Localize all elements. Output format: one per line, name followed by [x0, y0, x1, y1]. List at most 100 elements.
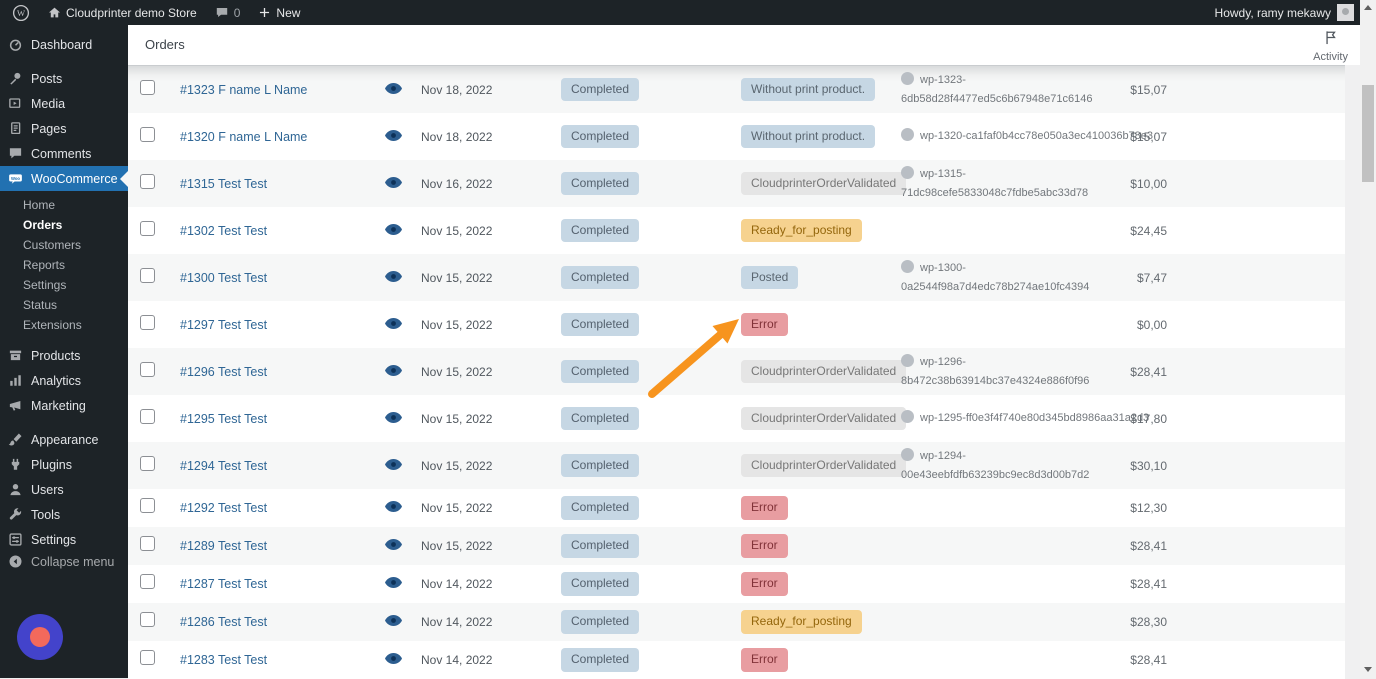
sidebar-item-plugins[interactable]: Plugins [0, 452, 128, 477]
sidebar-item-woocommerce[interactable]: WooWooCommerce [0, 166, 128, 191]
sidebar-item-products[interactable]: Products [0, 343, 128, 368]
sidebar-item-marketing[interactable]: Marketing [0, 393, 128, 418]
order-link[interactable]: #1283 Test Test [180, 653, 267, 667]
row-checkbox[interactable] [140, 268, 155, 283]
row-checkbox[interactable] [140, 362, 155, 377]
sidebar-item-comments[interactable]: Comments [0, 141, 128, 166]
status-badge: Completed [561, 360, 639, 384]
order-link[interactable]: #1300 Test Test [180, 271, 267, 285]
vertical-scrollbar[interactable] [1360, 0, 1376, 678]
row-checkbox[interactable] [140, 612, 155, 627]
order-link[interactable]: #1295 Test Test [180, 412, 267, 426]
sidebar-item-label: Comments [31, 147, 91, 161]
preview-eye-icon[interactable] [385, 410, 421, 428]
appearance-icon [8, 432, 23, 447]
order-status-cell: Completed [561, 610, 741, 634]
row-checkbox[interactable] [140, 456, 155, 471]
table-row: #1294 Test TestNov 15, 2022CompletedClou… [128, 442, 1345, 489]
wordpress-logo-icon[interactable]: W [0, 0, 39, 25]
order-link[interactable]: #1302 Test Test [180, 224, 267, 238]
order-date: Nov 18, 2022 [421, 83, 561, 97]
row-checkbox[interactable] [140, 409, 155, 424]
order-link[interactable]: #1320 F name L Name [180, 130, 307, 144]
collapse-icon [8, 554, 23, 569]
row-checkbox[interactable] [140, 127, 155, 142]
collapse-menu-button[interactable]: Collapse menu [0, 549, 128, 574]
scrollbar-down-arrow-icon[interactable] [1364, 667, 1372, 672]
order-cell: #1302 Test Test [180, 222, 385, 240]
order-date: Nov 15, 2022 [421, 318, 561, 332]
order-link[interactable]: #1296 Test Test [180, 365, 267, 379]
sidebar-item-appearance[interactable]: Appearance [0, 427, 128, 452]
row-checkbox[interactable] [140, 536, 155, 551]
order-link[interactable]: #1292 Test Test [180, 501, 267, 515]
order-link[interactable]: #1287 Test Test [180, 577, 267, 591]
sidebar-item-tools[interactable]: Tools [0, 502, 128, 527]
submenu-item-status[interactable]: Status [0, 295, 128, 315]
row-checkbox[interactable] [140, 498, 155, 513]
preview-eye-icon[interactable] [385, 222, 421, 240]
preview-eye-icon[interactable] [385, 651, 421, 669]
site-name-menu[interactable]: Cloudprinter demo Store [39, 0, 206, 25]
order-link[interactable]: #1297 Test Test [180, 318, 267, 332]
sidebar-item-analytics[interactable]: Analytics [0, 368, 128, 393]
table-row: #1302 Test TestNov 15, 2022CompletedRead… [128, 207, 1345, 254]
row-checkbox-cell [140, 268, 180, 288]
preview-eye-icon[interactable] [385, 81, 421, 99]
chat-widget-button[interactable] [17, 614, 63, 660]
preview-eye-icon[interactable] [385, 457, 421, 475]
submenu-item-reports[interactable]: Reports [0, 255, 128, 275]
posts-icon [8, 71, 23, 86]
sidebar-item-users[interactable]: Users [0, 477, 128, 502]
howdy-menu[interactable]: Howdy, ramy mekawy [1215, 6, 1331, 20]
menu-separator [0, 418, 128, 427]
preview-eye-icon[interactable] [385, 613, 421, 631]
sidebar-item-media[interactable]: Media [0, 91, 128, 116]
order-status-cell: Completed [561, 125, 741, 149]
plugins-icon [8, 457, 23, 472]
scrollbar-thumb[interactable] [1362, 85, 1374, 182]
preview-eye-icon[interactable] [385, 575, 421, 593]
order-link[interactable]: #1323 F name L Name [180, 83, 307, 97]
preview-eye-icon[interactable] [385, 499, 421, 517]
row-checkbox[interactable] [140, 221, 155, 236]
row-checkbox[interactable] [140, 174, 155, 189]
avatar[interactable] [1337, 4, 1354, 21]
row-checkbox[interactable] [140, 574, 155, 589]
sidebar-item-pages[interactable]: Pages [0, 116, 128, 141]
home-icon [48, 6, 61, 19]
scrollbar-up-arrow-icon[interactable] [1364, 5, 1372, 10]
submenu-item-home[interactable]: Home [0, 195, 128, 215]
new-menu[interactable]: New [249, 0, 309, 25]
sidebar-item-posts[interactable]: Posts [0, 66, 128, 91]
order-link[interactable]: #1289 Test Test [180, 539, 267, 553]
preview-eye-icon[interactable] [385, 316, 421, 334]
submenu-item-settings[interactable]: Settings [0, 275, 128, 295]
preview-eye-icon[interactable] [385, 363, 421, 381]
submenu-item-extensions[interactable]: Extensions [0, 315, 128, 335]
row-checkbox[interactable] [140, 80, 155, 95]
activity-button[interactable]: Activity [1313, 30, 1348, 63]
order-link[interactable]: #1315 Test Test [180, 177, 267, 191]
order-cell: #1295 Test Test [180, 410, 385, 428]
cloudprinter-status-badge: CloudprinterOrderValidated [741, 454, 906, 478]
sidebar-item-dashboard[interactable]: Dashboard [0, 32, 128, 57]
users-icon [8, 482, 23, 497]
row-checkbox-cell [140, 612, 180, 632]
preview-eye-icon[interactable] [385, 128, 421, 146]
order-link[interactable]: #1294 Test Test [180, 459, 267, 473]
preview-eye-icon[interactable] [385, 537, 421, 555]
order-status-cell: Completed [561, 534, 741, 558]
preview-eye-icon[interactable] [385, 175, 421, 193]
order-cell: #1297 Test Test [180, 316, 385, 334]
sidebar-item-label: WooCommerce [31, 172, 118, 186]
submenu-item-customers[interactable]: Customers [0, 235, 128, 255]
order-link[interactable]: #1286 Test Test [180, 615, 267, 629]
preview-eye-icon[interactable] [385, 269, 421, 287]
comments-menu[interactable]: 0 [206, 0, 250, 25]
submenu-item-orders[interactable]: Orders [0, 215, 128, 235]
row-checkbox[interactable] [140, 315, 155, 330]
table-row: #1295 Test TestNov 15, 2022CompletedClou… [128, 395, 1345, 442]
row-checkbox[interactable] [140, 650, 155, 665]
cloudprinter-ref-cell: wp-1295-ff0e3f4f740e80d345bd8986aa31a2d3 [901, 409, 1115, 427]
